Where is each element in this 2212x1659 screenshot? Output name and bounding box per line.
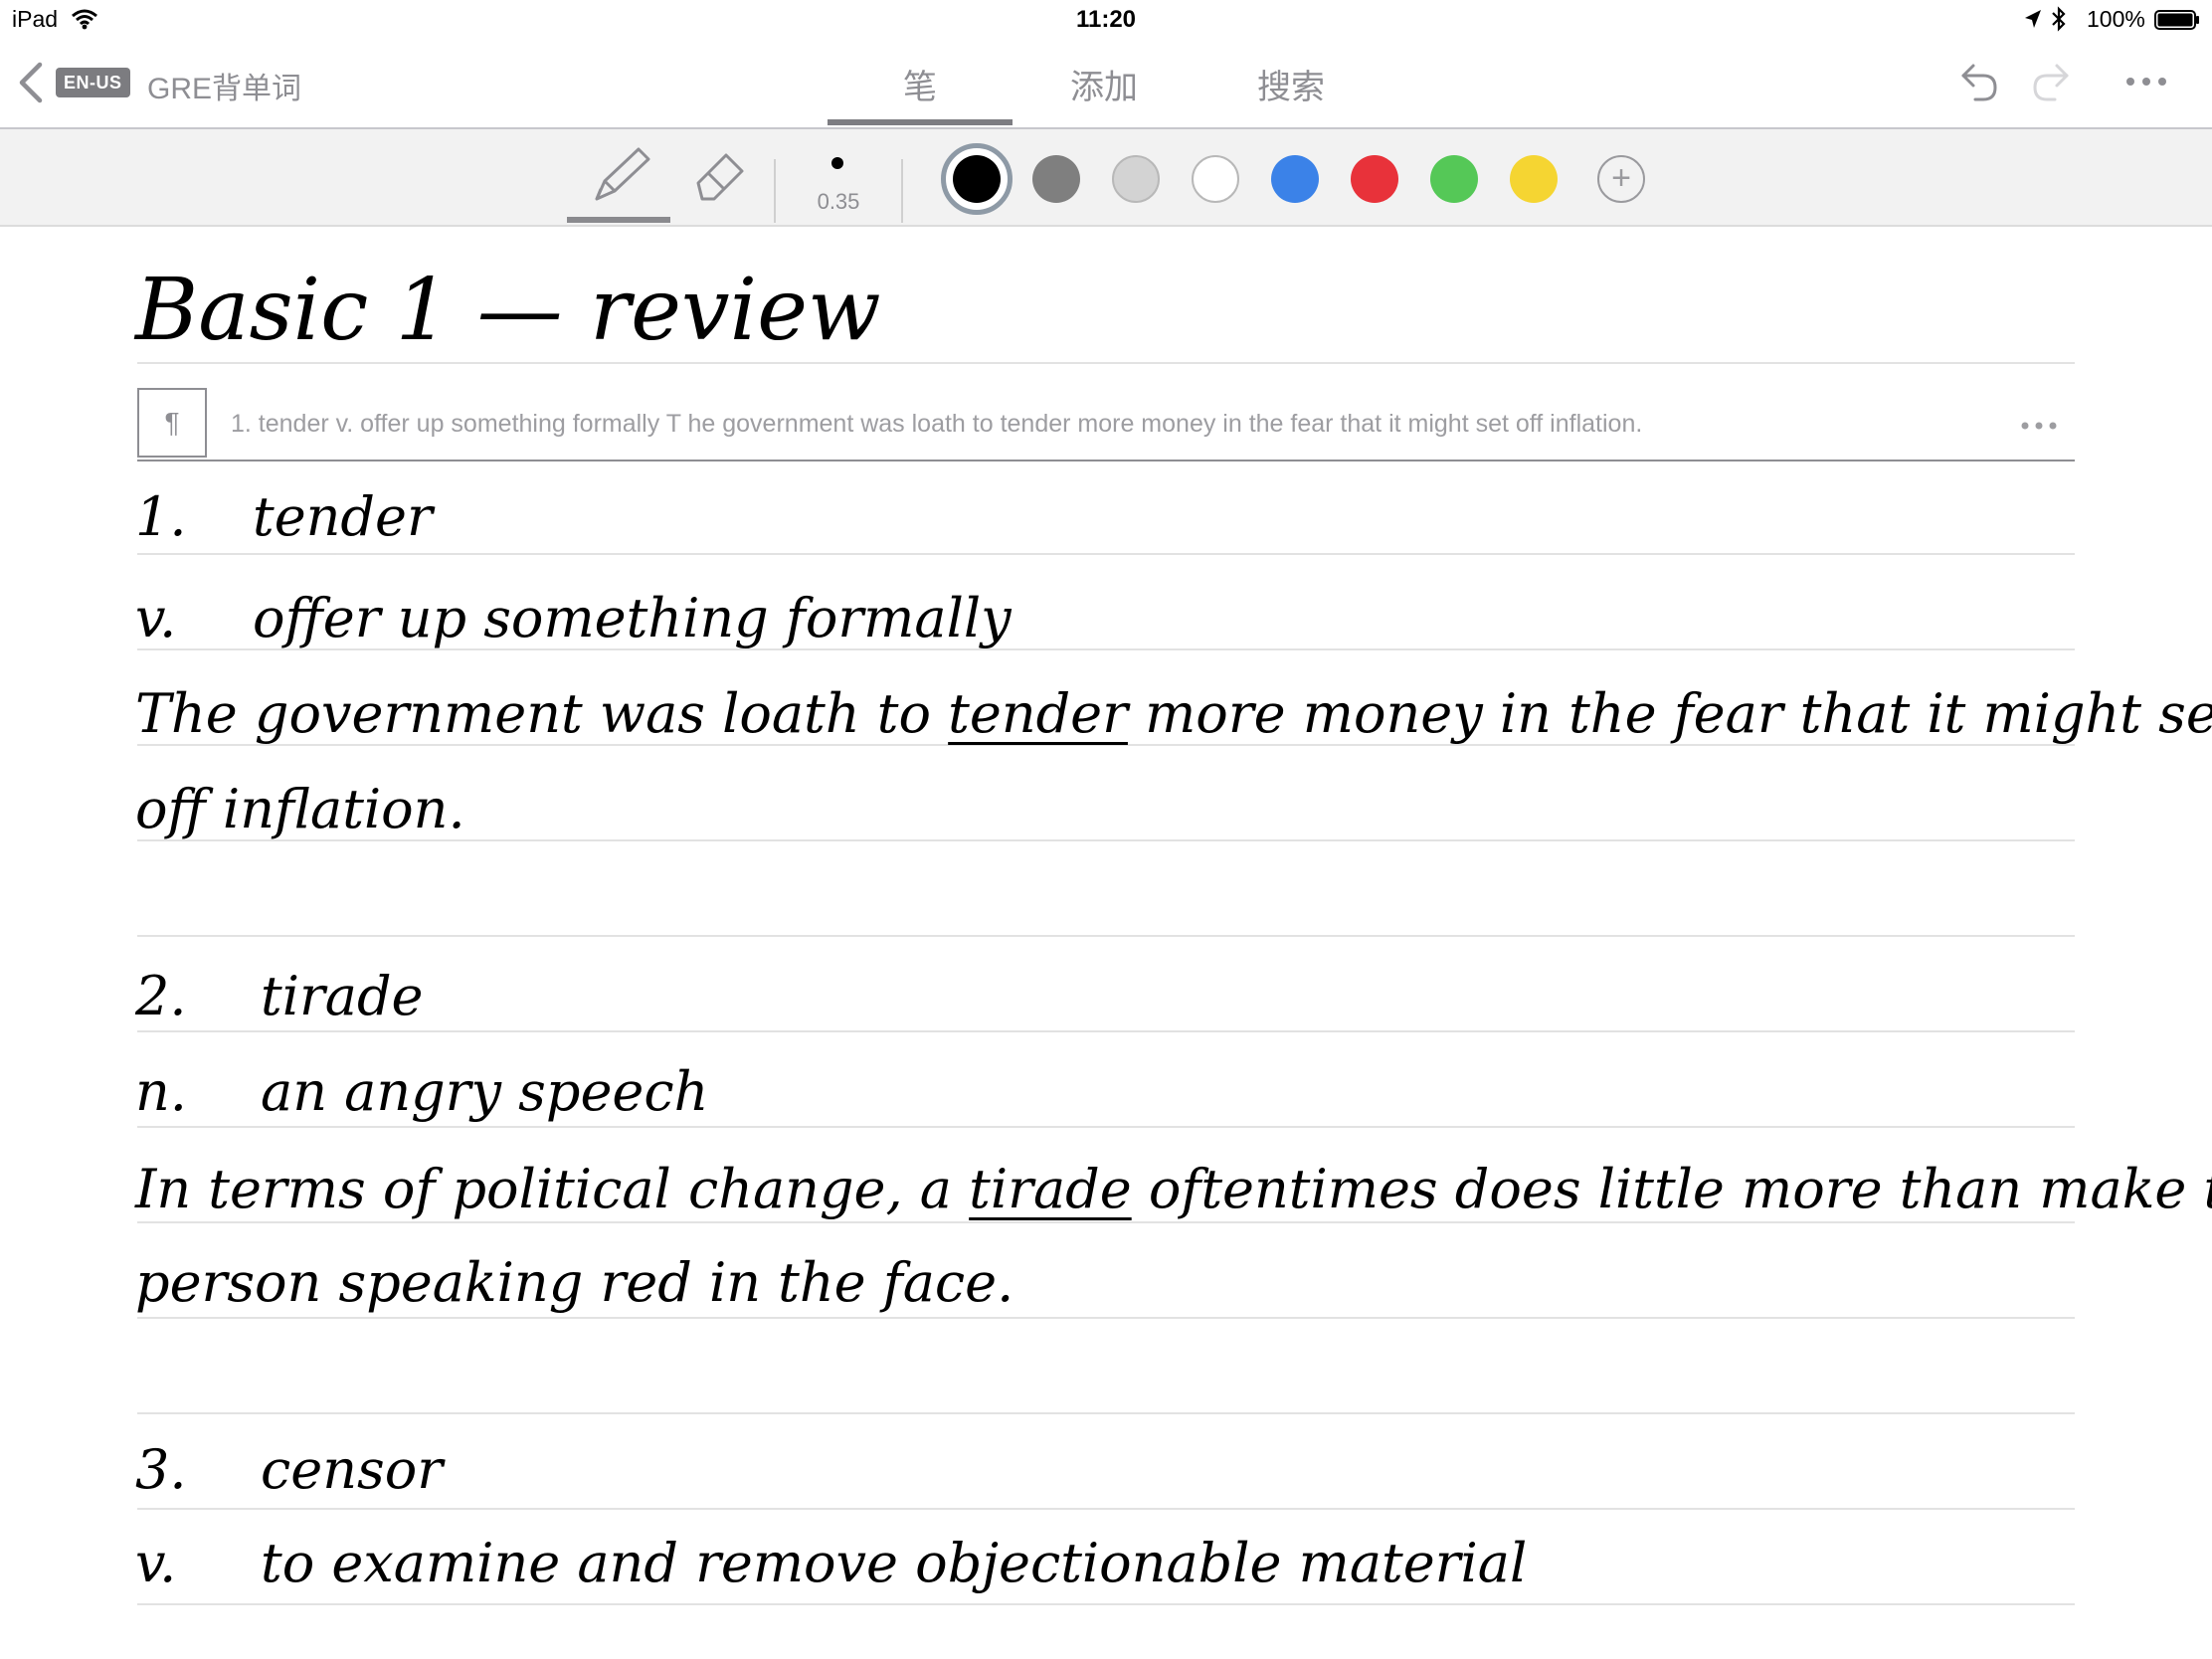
ruled-line (137, 1508, 2075, 1510)
bluetooth-icon (2052, 6, 2066, 32)
more-options-icon[interactable] (2019, 420, 2059, 432)
tab-pen[interactable]: 笔 (828, 60, 1013, 108)
ruled-line (137, 935, 2075, 937)
ruled-line (137, 1317, 2075, 1319)
ruled-line (137, 1030, 2075, 1032)
entry-definition: offer up something formally (253, 587, 1012, 649)
tab-add[interactable]: 添加 (1011, 60, 1198, 108)
add-color-button[interactable]: + (1597, 155, 1645, 203)
pen-toolbar: 0.35 + (0, 129, 2212, 227)
location-arrow-icon (2025, 10, 2041, 28)
entry-word: tender (253, 485, 433, 548)
language-badge[interactable]: EN-US (56, 68, 130, 97)
undo-icon[interactable] (1955, 56, 2001, 107)
navigation-bar: EN-US GRE背单词 笔 添加 搜索 (0, 40, 2212, 129)
pen-tool-icon[interactable] (575, 141, 664, 207)
example-text: The government was loath to (135, 682, 949, 745)
entry-example: The government was loath to tender more … (135, 682, 2212, 745)
entry-word: censor (261, 1438, 444, 1501)
entry-pos: v. (135, 587, 177, 649)
tab-search[interactable]: 搜索 (1198, 60, 1384, 108)
example-text: oftentimes does little more than make th… (1131, 1158, 2212, 1220)
entry-definition: to examine and remove objectionable mate… (261, 1532, 1528, 1594)
stroke-size-value[interactable]: 0.35 (804, 189, 873, 215)
color-swatch-red[interactable] (1351, 155, 1398, 203)
ruled-line (137, 1603, 2075, 1605)
status-bar: iPad 11:20 100% (0, 0, 2212, 40)
eraser-tool-icon[interactable] (688, 143, 752, 205)
ruled-line (137, 362, 2075, 364)
entry-pos: n. (135, 1060, 187, 1123)
selected-tool-indicator (567, 217, 670, 223)
entry-number: 3. (135, 1438, 187, 1501)
battery-percentage: 100% (2087, 6, 2145, 32)
color-swatch-green[interactable] (1430, 155, 1478, 203)
color-swatch-white[interactable] (1192, 155, 1239, 203)
color-swatch-gray[interactable] (1032, 155, 1080, 203)
toolbar-divider (901, 159, 903, 223)
note-heading: Basic 1 — review (135, 261, 881, 360)
entry-example-continued: off inflation. (135, 778, 465, 840)
entry-definition: an angry speech (261, 1060, 709, 1123)
back-chevron-icon[interactable] (14, 60, 48, 105)
ruled-line (137, 1221, 2075, 1223)
color-swatch-yellow[interactable] (1510, 155, 1558, 203)
entry-example-continued: person speaking red in the face. (135, 1251, 1014, 1314)
ruled-line (137, 1126, 2075, 1128)
color-swatch-blue[interactable] (1271, 155, 1319, 203)
note-title[interactable]: GRE背单词 (147, 64, 301, 107)
entry-pos: v. (135, 1532, 177, 1594)
clock: 11:20 (1075, 6, 1137, 33)
color-swatch-black[interactable] (941, 143, 1013, 215)
recognized-text[interactable]: 1. tender v. offer up something formally… (231, 410, 1642, 439)
entry-number: 1. (135, 485, 187, 548)
stroke-size-indicator[interactable] (831, 157, 843, 169)
more-options-icon[interactable] (2124, 70, 2168, 93)
example-text: more money in the fear that it might set (1127, 682, 2212, 745)
ruled-line (137, 1412, 2075, 1414)
battery-icon (2154, 10, 2199, 30)
entry-number: 2. (135, 965, 187, 1027)
recognized-text-bar[interactable]: ¶ 1. tender v. offer up something formal… (137, 388, 2075, 461)
redo-icon[interactable] (2029, 56, 2075, 107)
entry-example: In terms of political change, a tirade o… (135, 1158, 2212, 1220)
example-highlighted-word: tirade (969, 1158, 1132, 1220)
paragraph-icon[interactable]: ¶ (137, 388, 207, 458)
example-text: In terms of political change, a (135, 1158, 970, 1220)
example-highlighted-word: tender (948, 682, 1128, 745)
ruled-line (137, 553, 2075, 555)
entry-word: tirade (261, 965, 424, 1027)
active-tab-indicator (828, 119, 1013, 125)
color-swatch-light-gray[interactable] (1112, 155, 1160, 203)
toolbar-divider (774, 159, 776, 223)
